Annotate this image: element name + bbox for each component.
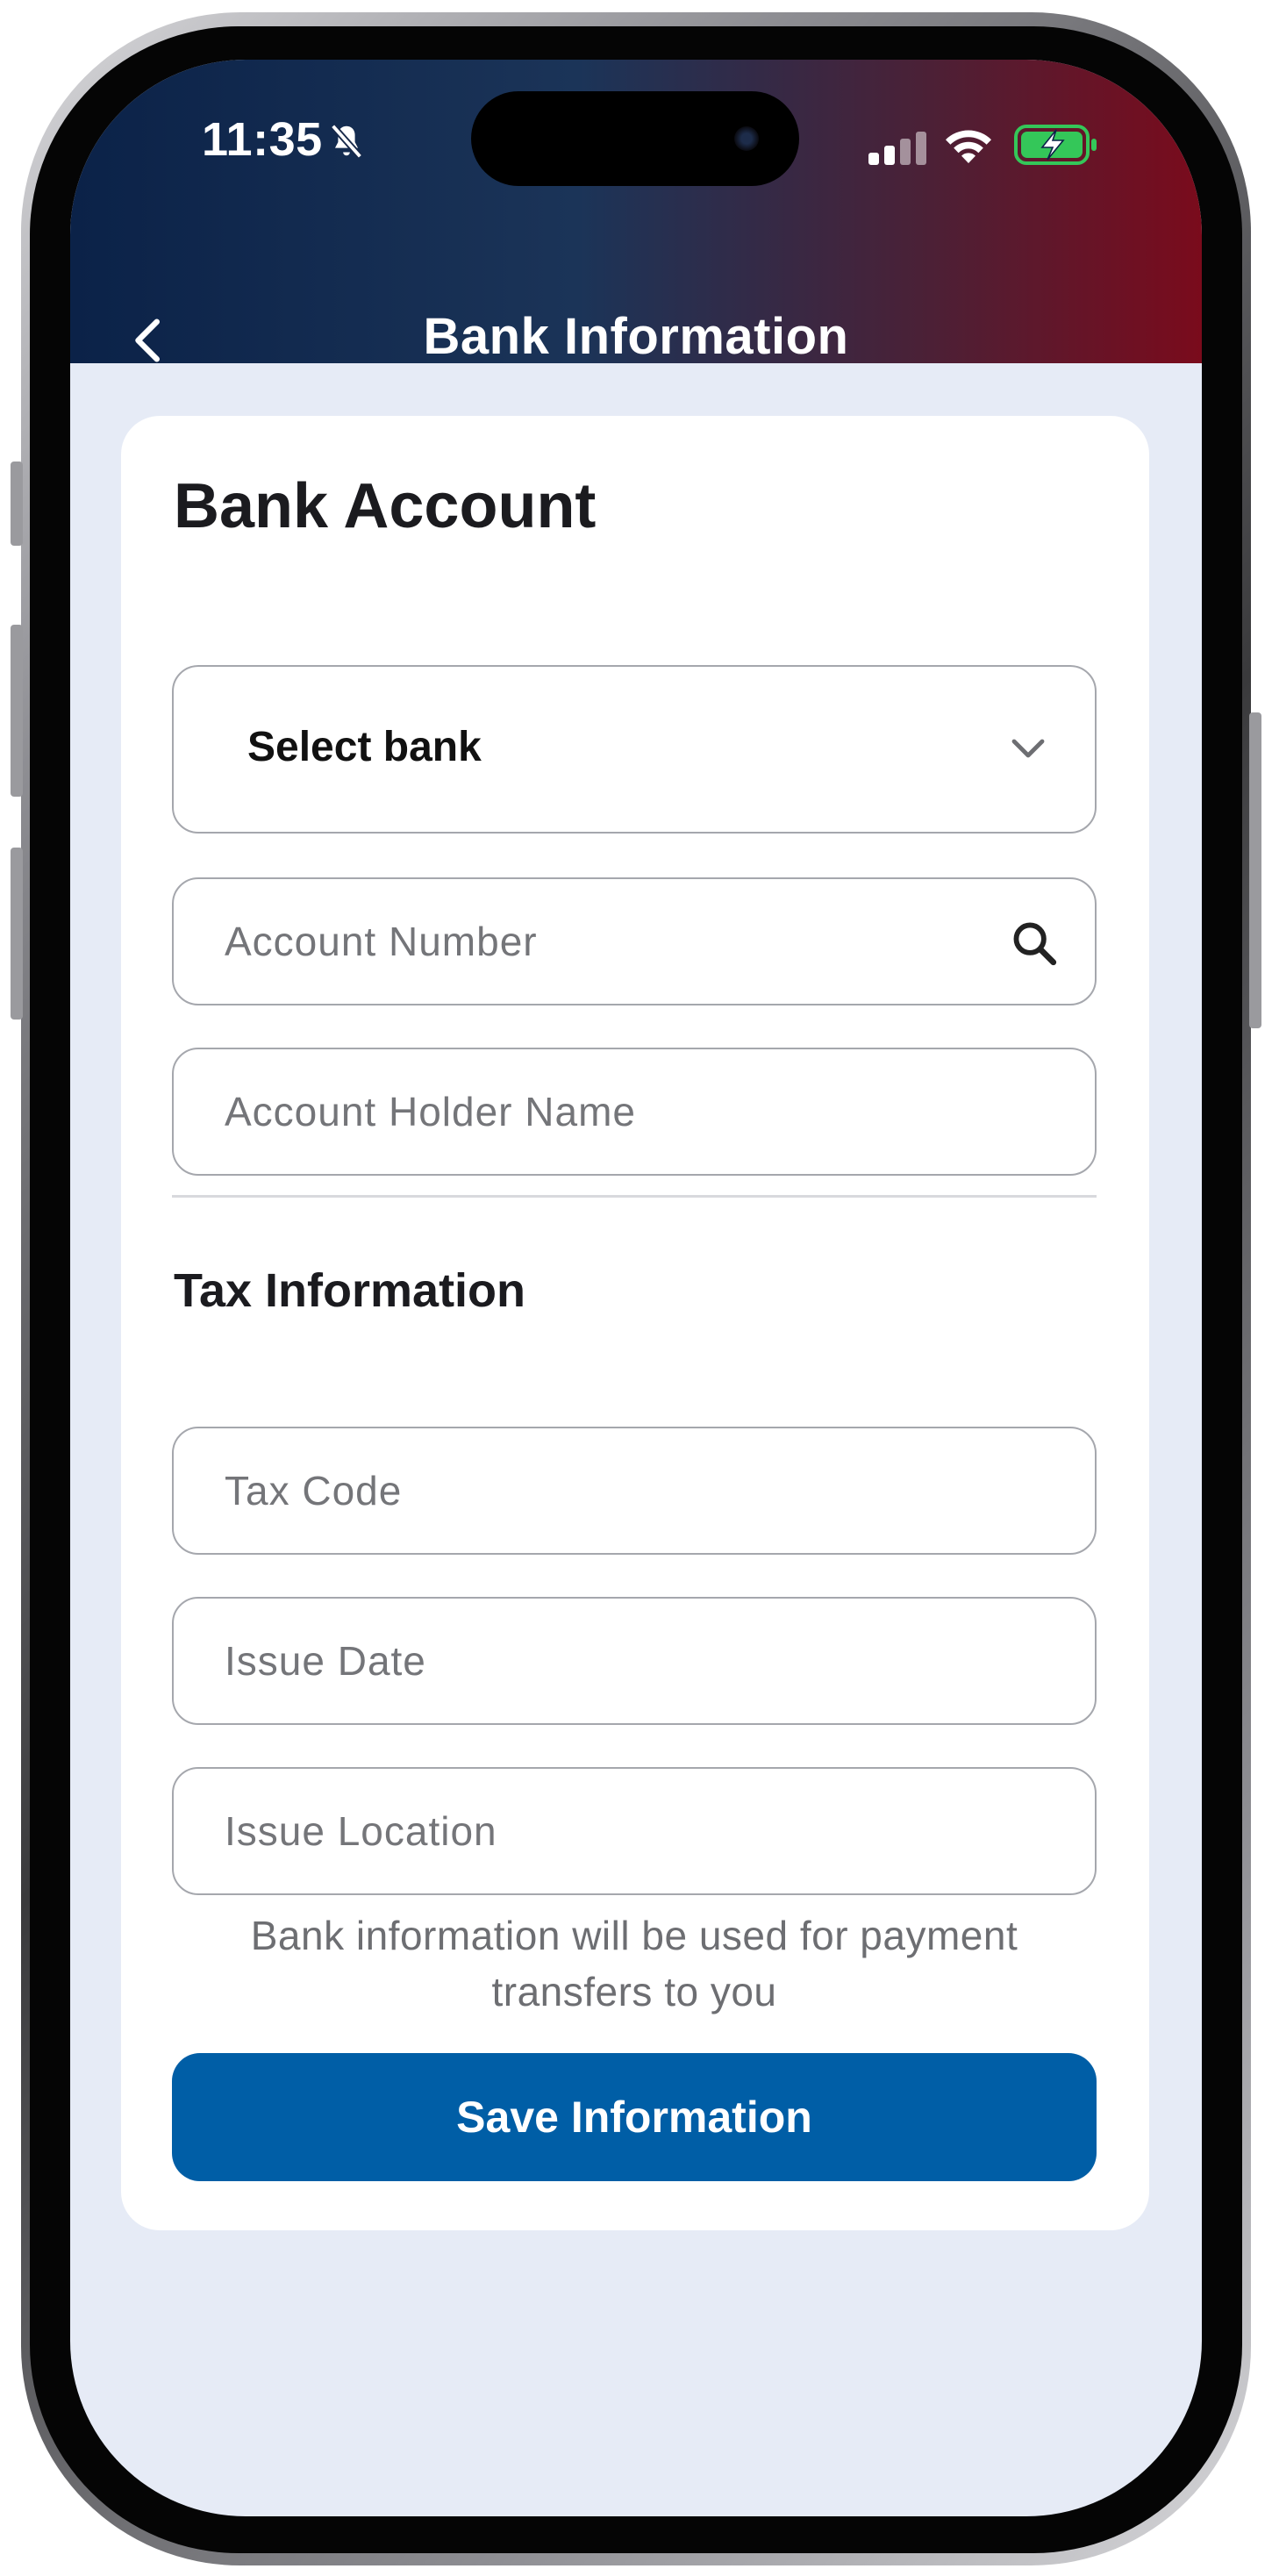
tax-information-heading: Tax Information: [174, 1264, 526, 1317]
select-bank-label: Select bank: [247, 724, 482, 770]
camera-icon: [734, 126, 759, 151]
page-title: Bank Information: [423, 308, 849, 365]
bank-info-card: Bank Account Select bank Tax Information: [121, 416, 1149, 2230]
battery-charging-icon: [1014, 125, 1097, 165]
account-number-field: [172, 877, 1097, 1005]
app-screen: 11:35 Bank Information Bank Account Sele…: [70, 60, 1202, 2516]
header-bar: 11:35 Bank Information: [70, 60, 1202, 365]
signal-icon: [868, 132, 926, 165]
status-time: 11:35: [202, 113, 323, 166]
payment-note: Bank information will be used for paymen…: [250, 1913, 1018, 2014]
issue-date-field: [172, 1597, 1097, 1725]
issue-location-input[interactable]: [174, 1769, 1095, 1893]
volume-down-button: [11, 848, 23, 1020]
bell-slash-icon: [330, 124, 363, 159]
account-holder-field: [172, 1048, 1097, 1176]
tax-code-input[interactable]: [174, 1428, 1095, 1553]
power-button: [1249, 712, 1261, 1028]
search-icon[interactable]: [1009, 918, 1060, 969]
save-information-button[interactable]: Save Information: [172, 2053, 1097, 2181]
dynamic-island: [471, 91, 799, 186]
issue-date-input[interactable]: [174, 1599, 1095, 1723]
tax-code-field: [172, 1427, 1097, 1555]
volume-up-button: [11, 625, 23, 797]
account-number-input[interactable]: [174, 879, 1095, 1004]
action-button: [11, 462, 23, 546]
bank-account-heading: Bank Account: [174, 471, 597, 541]
issue-location-field: [172, 1767, 1097, 1895]
account-holder-input[interactable]: [174, 1049, 1095, 1174]
select-bank-dropdown[interactable]: Select bank: [172, 665, 1097, 834]
section-divider: [172, 1195, 1097, 1198]
chevron-down-icon: [1011, 739, 1045, 758]
wifi-icon: [946, 130, 991, 163]
